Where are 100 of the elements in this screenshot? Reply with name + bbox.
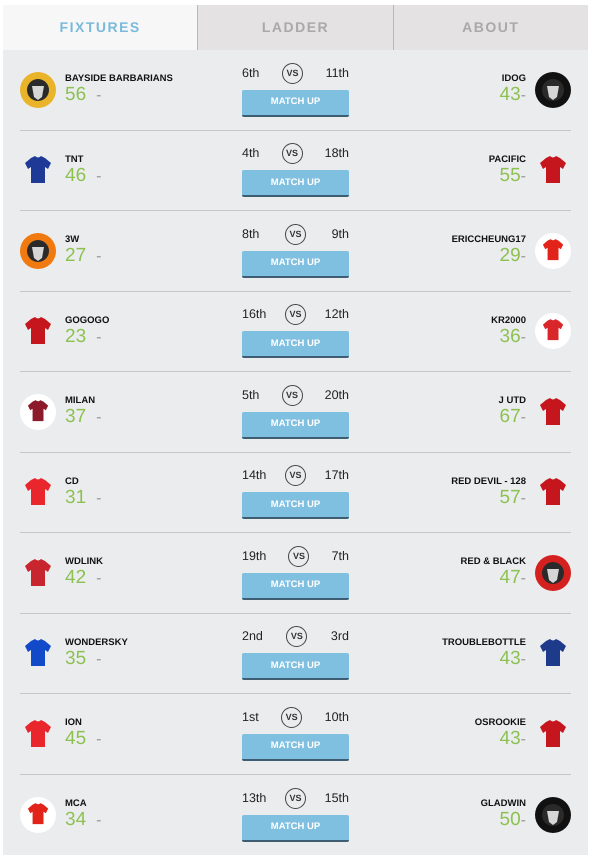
team-name: TNT <box>65 154 84 166</box>
jersey-icon <box>535 313 571 350</box>
team-score: 57 <box>500 488 521 508</box>
result-text: - <box>520 328 526 348</box>
rank-text: 20th <box>324 386 349 404</box>
result-text: - <box>520 247 526 268</box>
result-text: - <box>520 86 526 106</box>
result-text: - <box>520 811 526 832</box>
rank-text: 15th <box>324 790 349 807</box>
team-score: 42 <box>65 568 86 588</box>
badge-icon <box>535 796 571 833</box>
team-score: 43 <box>500 85 521 106</box>
rank-text: 13th <box>242 790 266 807</box>
badge-icon <box>20 72 56 108</box>
match-up-button[interactable]: MATCH UP <box>242 250 349 278</box>
rank-text: 3rd <box>330 628 349 646</box>
match-up-button[interactable]: MATCH UP <box>242 412 349 439</box>
team-name: RED & BLACK <box>460 556 526 568</box>
rank-text: 16th <box>242 306 266 324</box>
team-name: KR2000 <box>491 314 526 327</box>
rank-text: 10th <box>324 708 349 726</box>
team-name: IDOG <box>502 73 526 86</box>
team-score: 36 <box>500 326 521 347</box>
team-score: 23 <box>65 326 86 347</box>
rank-text: 5th <box>242 386 260 404</box>
result-text: - <box>520 488 526 509</box>
result-text: - <box>520 408 526 428</box>
match-up-button[interactable]: MATCH UP <box>242 90 349 117</box>
result-text: - <box>96 166 102 187</box>
result-text: - <box>520 650 526 670</box>
team-score: 67 <box>500 407 521 428</box>
match-up-button[interactable]: MATCH UP <box>242 734 349 761</box>
vs-badge: VS <box>281 706 302 728</box>
result-text: - <box>520 166 526 187</box>
badge-icon <box>535 72 571 108</box>
rank-text: 18th <box>324 145 349 162</box>
team-score: 29 <box>500 246 521 266</box>
result-text: - <box>96 488 102 509</box>
team-score: 50 <box>500 810 521 830</box>
team-score: 45 <box>65 729 86 750</box>
team-name: TROUBLEBOTTLE <box>442 636 526 649</box>
team-score: 37 <box>65 407 86 428</box>
rank-text: 6th <box>242 64 260 82</box>
result-text: - <box>96 569 102 590</box>
vs-badge: VS <box>288 546 310 567</box>
team-name: GOGOGO <box>65 314 110 327</box>
result-text: - <box>96 247 102 268</box>
result-text: - <box>520 730 526 750</box>
team-name: MCA <box>65 798 87 810</box>
team-name: GLADWIN <box>480 798 526 810</box>
tab[interactable]: ABOUT <box>392 5 588 50</box>
result-text: - <box>96 730 102 750</box>
match-up-button[interactable]: MATCH UP <box>242 331 349 358</box>
vs-badge: VS <box>285 304 306 326</box>
team-name: J UTD <box>498 395 526 408</box>
result-text: - <box>96 408 102 428</box>
tab[interactable]: FIXTURES <box>3 5 198 50</box>
rank-text: 4th <box>242 145 260 162</box>
rank-text: 2nd <box>242 628 263 646</box>
match-up-button[interactable]: MATCH UP <box>242 170 349 198</box>
team-score: 35 <box>65 648 86 669</box>
team-score: 31 <box>65 488 86 508</box>
badge-icon <box>20 232 56 269</box>
rank-text: 8th <box>242 226 260 243</box>
badge-icon <box>535 554 571 591</box>
rank-text: 9th <box>332 226 349 243</box>
match-up-button[interactable]: MATCH UP <box>242 814 349 842</box>
rank-text: 11th <box>326 64 349 82</box>
team-name: MILAN <box>65 395 96 408</box>
vs-badge: VS <box>282 62 303 84</box>
jersey-icon <box>535 232 571 269</box>
match-up-button[interactable]: MATCH UP <box>242 653 349 680</box>
team-score: 43 <box>500 729 521 750</box>
tab[interactable]: LADDER <box>197 5 393 50</box>
team-score: 56 <box>65 85 86 106</box>
vs-badge: VS <box>285 465 306 486</box>
vs-badge: VS <box>285 788 306 809</box>
result-text: - <box>96 86 102 106</box>
result-text: - <box>96 328 102 348</box>
match-up-button[interactable]: MATCH UP <box>242 572 349 600</box>
rank-text: 14th <box>242 467 266 484</box>
team-name: OSROOKIE <box>474 717 526 730</box>
rank-text: 19th <box>242 548 266 565</box>
rank-text: 12th <box>324 306 349 324</box>
team-name: CD <box>65 476 79 488</box>
vs-badge: VS <box>286 626 308 648</box>
jersey-icon <box>20 796 56 833</box>
team-name: WDLINK <box>65 556 103 568</box>
team-score: 43 <box>500 648 521 669</box>
match-up-button[interactable]: MATCH UP <box>242 492 349 520</box>
team-score: 27 <box>65 246 86 266</box>
team-name: WONDERSKY <box>65 636 128 649</box>
team-name: RED DEVIL - 128 <box>451 476 526 488</box>
team-score: 47 <box>500 568 521 588</box>
rank-text: 1st <box>242 708 259 726</box>
jersey-icon <box>20 394 56 430</box>
team-score: 46 <box>65 166 86 186</box>
vs-badge: VS <box>282 143 303 164</box>
rank-text: 17th <box>324 467 349 484</box>
team-name: ERICCHEUNG17 <box>452 234 526 246</box>
